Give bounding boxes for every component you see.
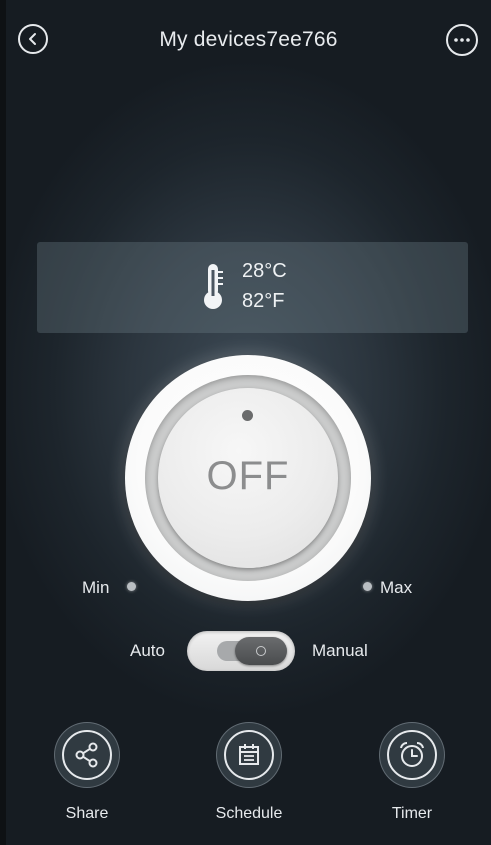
auto-mode-label: Auto	[130, 641, 165, 660]
temperature-fahrenheit: 82°F	[242, 290, 285, 312]
timer-button[interactable]	[379, 722, 445, 788]
min-speed-label: Min	[82, 578, 110, 597]
timer-button-ring	[387, 730, 437, 780]
max-indicator-dot	[363, 582, 372, 591]
device-control-screen: My devices7ee766 28°C 82°F OFF Min Max A…	[6, 0, 491, 845]
page-title: My devices7ee766	[159, 28, 338, 51]
max-speed-label: Max	[380, 578, 413, 597]
header: My devices7ee766	[6, 0, 491, 80]
schedule-button[interactable]	[216, 722, 282, 788]
dial-ring: OFF	[145, 375, 351, 581]
share-icon	[75, 742, 98, 768]
toggle-thumb[interactable]	[235, 637, 287, 665]
alarm-clock-icon	[400, 741, 424, 767]
share-button[interactable]	[54, 722, 120, 788]
dial-indicator-dot	[242, 410, 253, 421]
power-state-label: OFF	[206, 454, 290, 498]
back-arrow-icon	[29, 33, 36, 45]
temperature-panel: 28°C 82°F	[37, 242, 468, 333]
timer-label: Timer	[391, 805, 433, 822]
more-button[interactable]	[446, 24, 478, 56]
share-label: Share	[65, 805, 109, 822]
share-button-ring	[62, 730, 112, 780]
temperature-celsius: 28°C	[242, 260, 287, 282]
schedule-label: Schedule	[215, 805, 283, 822]
mode-toggle[interactable]	[187, 631, 295, 671]
min-indicator-dot	[127, 582, 136, 591]
toggle-thumb-dot	[256, 646, 266, 656]
calendar-icon	[239, 744, 259, 765]
power-dial[interactable]: OFF	[125, 355, 371, 601]
power-button[interactable]: OFF	[158, 388, 338, 568]
more-dots-icon	[454, 38, 470, 42]
manual-mode-label: Manual	[312, 641, 368, 660]
schedule-button-ring	[224, 730, 274, 780]
thermometer-icon	[204, 264, 223, 309]
back-button[interactable]	[18, 24, 48, 54]
